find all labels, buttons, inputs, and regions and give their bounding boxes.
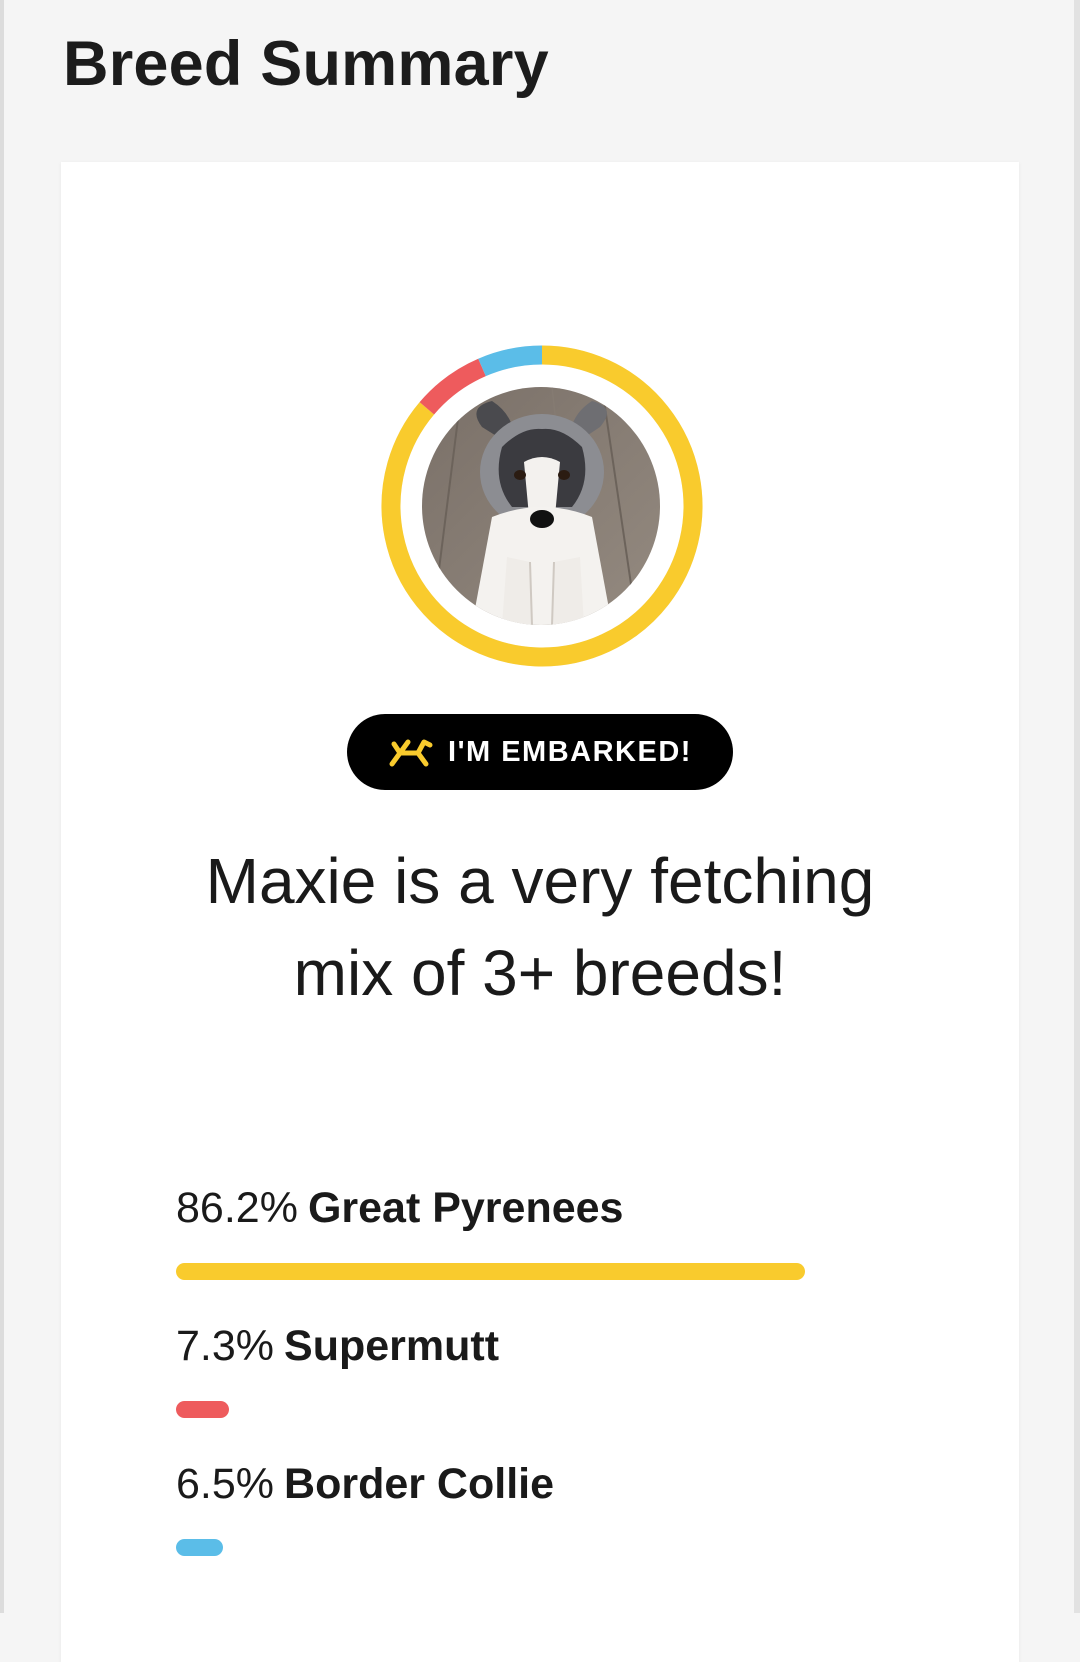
breed-percent: 6.5% bbox=[176, 1460, 275, 1508]
breed-percentage-bar bbox=[176, 1539, 224, 1556]
breed-label: 86.2% Great Pyrenees bbox=[176, 1183, 906, 1233]
breed-mix-headline: Maxie is a very fetching mix of 3+ breed… bbox=[205, 845, 875, 1009]
breed-ring-segment-2 bbox=[478, 345, 543, 377]
breed-name: Border Collie bbox=[284, 1460, 555, 1508]
left-edge bbox=[0, 0, 4, 1613]
balloon-dog-icon bbox=[388, 736, 434, 768]
breed-percentage-bar bbox=[176, 1263, 806, 1280]
breed-row: 7.3% Supermutt bbox=[176, 1321, 906, 1418]
embarked-badge-label: I'M EMBARKED! bbox=[448, 735, 692, 768]
breed-percent: 7.3% bbox=[176, 1322, 275, 1370]
breed-row: 6.5% Border Collie bbox=[176, 1459, 906, 1556]
breed-name: Supermutt bbox=[284, 1322, 500, 1370]
dog-photo[interactable] bbox=[422, 387, 660, 625]
breed-percent: 86.2% bbox=[176, 1184, 298, 1232]
breed-percentage-bar bbox=[176, 1401, 230, 1418]
breed-label: 6.5% Border Collie bbox=[176, 1459, 906, 1509]
breed-name: Great Pyrenees bbox=[307, 1184, 624, 1232]
breed-row: 86.2% Great Pyrenees bbox=[176, 1183, 906, 1280]
page-title: Breed Summary bbox=[63, 29, 549, 99]
scrollbar[interactable] bbox=[1074, 0, 1080, 1613]
breed-label: 7.3% Supermutt bbox=[176, 1321, 906, 1371]
dog-photo-image bbox=[422, 387, 660, 625]
breed-ring-segment-1 bbox=[419, 358, 487, 415]
embarked-badge: I'M EMBARKED! bbox=[347, 714, 733, 790]
